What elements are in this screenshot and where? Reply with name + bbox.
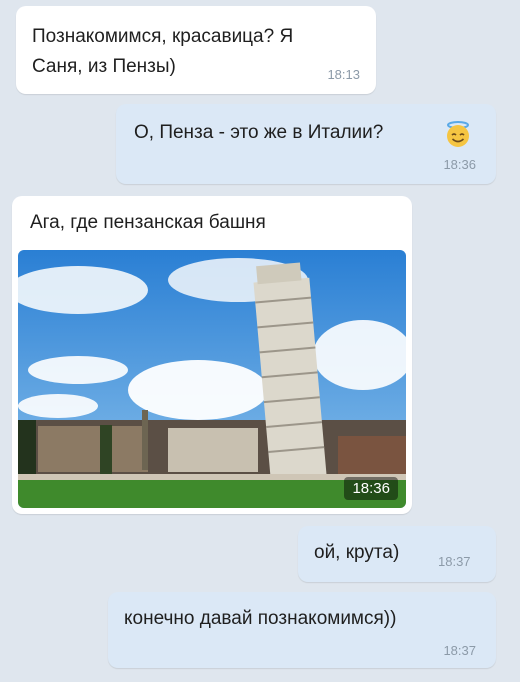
photo-time: 18:36 (344, 477, 398, 500)
message-text: О, Пенза - это же в Италии? (134, 122, 384, 143)
photo-attachment[interactable]: 18:36 (18, 250, 406, 508)
incoming-message[interactable]: Познакомимся, красавица? Я Саня, из Пенз… (16, 6, 376, 94)
message-time: 18:37 (443, 643, 476, 658)
message-text: Ага, где пензанская башня (30, 212, 266, 233)
outgoing-message[interactable]: ой, крута) 18:37 (298, 526, 496, 582)
message-text: ой, крута) (314, 542, 400, 563)
message-time: 18:36 (443, 157, 476, 172)
message-text: Познакомимся, красавица? Я Саня, из Пенз… (32, 26, 294, 77)
incoming-message[interactable]: Ага, где пензанская башня 18:36 (12, 196, 412, 514)
outgoing-message[interactable]: конечно давай познакомимся)) 18:37 (108, 592, 496, 668)
message-text: конечно давай познакомимся)) (124, 608, 397, 629)
outgoing-message[interactable]: О, Пенза - это же в Италии? 18:36 (116, 104, 496, 184)
smiling-face-with-halo-icon (444, 120, 472, 153)
message-time: 18:37 (438, 554, 471, 569)
message-time: 18:13 (327, 67, 360, 82)
